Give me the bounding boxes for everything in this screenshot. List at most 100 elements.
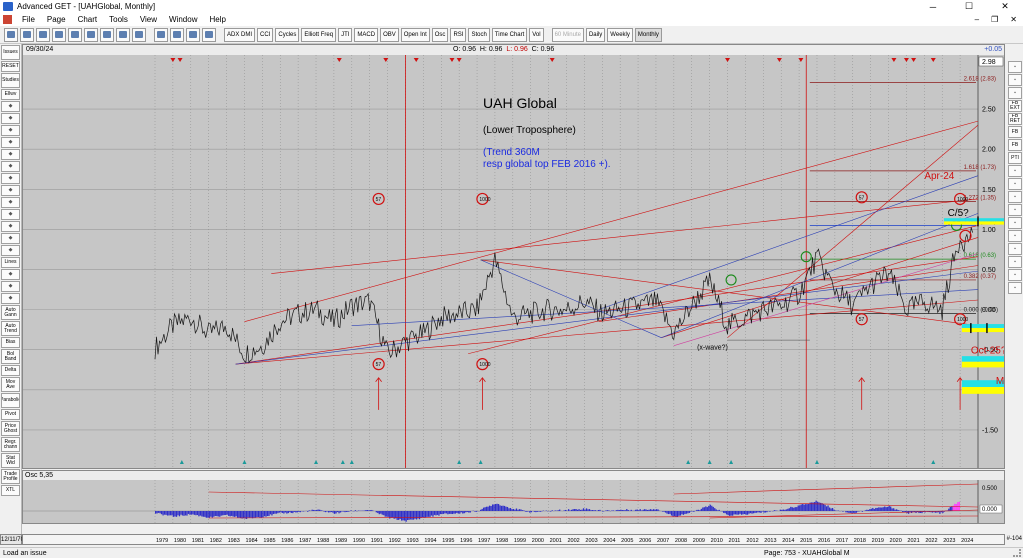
right-tool-16[interactable]: ▪: [1008, 269, 1022, 281]
right-tool-1[interactable]: ▪: [1008, 74, 1022, 86]
study-rsi-button[interactable]: RSI: [450, 27, 467, 42]
left-tool-7[interactable]: ◆: [1, 137, 20, 148]
left-tool-29[interactable]: Price Ghost: [1, 421, 20, 436]
right-tool-2[interactable]: ▪: [1008, 87, 1022, 99]
pages-icon[interactable]: [116, 27, 130, 42]
timeframe-monthly-button[interactable]: Monthly: [634, 27, 662, 42]
right-tool-4[interactable]: FB RET: [1008, 113, 1022, 125]
left-tool-21[interactable]: Auto Gann: [1, 305, 20, 320]
left-tool-1[interactable]: RESET: [1, 61, 20, 72]
template-icon[interactable]: [132, 27, 146, 42]
left-tool-15[interactable]: ◆: [1, 233, 20, 244]
layout-icon[interactable]: [84, 27, 98, 42]
menu-tools[interactable]: Tools: [103, 15, 134, 24]
left-tool-16[interactable]: ◆: [1, 245, 20, 256]
right-tool-0[interactable]: ▪: [1008, 61, 1022, 73]
study-stoch-button[interactable]: Stoch: [468, 27, 490, 42]
left-tool-27[interactable]: Parabolic: [1, 393, 20, 408]
left-tool-22[interactable]: Auto Trend: [1, 321, 20, 336]
right-tool-3[interactable]: FB EXT: [1008, 100, 1022, 112]
left-tool-18[interactable]: ◆: [1, 269, 20, 280]
study-open-int-button[interactable]: Open Int: [400, 27, 430, 42]
study-elliott-freq-button[interactable]: Elliott Freq: [301, 27, 337, 42]
clipboard-icon[interactable]: [202, 27, 216, 42]
left-tool-20[interactable]: ◆: [1, 293, 20, 304]
price-chart-panel[interactable]: 09/30/24 O: 0.96 H: 0.96 L: 0.96 C: 0.96…: [22, 44, 1005, 469]
menu-file[interactable]: File: [16, 15, 41, 24]
resize-grip[interactable]: [1013, 549, 1021, 557]
document-icon[interactable]: [3, 15, 12, 24]
zoom-icon[interactable]: [100, 27, 114, 42]
study-vol-button[interactable]: Vol: [529, 27, 544, 42]
timeframe-60-minute-button[interactable]: 60 Minute: [551, 27, 584, 42]
study-macd-button[interactable]: MACD: [354, 27, 379, 42]
timeframe-weekly-button[interactable]: Weekly: [607, 27, 633, 42]
mdi-minimize-button[interactable]: –: [975, 13, 979, 26]
minimize-button[interactable]: ─: [915, 0, 951, 13]
right-tool-12[interactable]: ▪: [1008, 217, 1022, 229]
grid-icon[interactable]: [68, 27, 82, 42]
left-tool-23[interactable]: Bias: [1, 337, 20, 348]
left-tool-12[interactable]: ◆: [1, 197, 20, 208]
left-tool-13[interactable]: ◆: [1, 209, 20, 220]
open-icon[interactable]: [4, 27, 18, 42]
study-cci-button[interactable]: CCI: [257, 27, 274, 42]
right-tool-7[interactable]: PTI: [1008, 152, 1022, 164]
oscillator-svg[interactable]: 0.500 0.000: [23, 480, 1004, 523]
right-tool-5[interactable]: FB: [1008, 126, 1022, 138]
left-tool-31[interactable]: Stat Wid: [1, 453, 20, 468]
left-tool-28[interactable]: Pivot: [1, 409, 20, 420]
save-icon[interactable]: [20, 27, 34, 42]
mdi-restore-button[interactable]: ❐: [991, 13, 998, 26]
left-tool-0[interactable]: Issues: [1, 45, 20, 60]
left-tool-3[interactable]: Ellwv: [1, 89, 20, 100]
chart-icon[interactable]: [36, 27, 50, 42]
study-adx-dmi-button[interactable]: ADX DMI: [224, 27, 256, 42]
right-tool-11[interactable]: ▪: [1008, 204, 1022, 216]
right-tool-10[interactable]: ▪: [1008, 191, 1022, 203]
maximize-button[interactable]: ☐: [951, 0, 987, 13]
right-tool-8[interactable]: ▪: [1008, 165, 1022, 177]
refresh-icon[interactable]: [52, 27, 66, 42]
mdi-close-button[interactable]: ✕: [1010, 13, 1017, 26]
help-icon[interactable]: [170, 27, 184, 42]
study-cycles-button[interactable]: Cycles: [275, 27, 300, 42]
menu-chart[interactable]: Chart: [72, 15, 104, 24]
left-tool-6[interactable]: ◆: [1, 125, 20, 136]
price-chart-svg[interactable]: 2.502.001.501.000.500.00-0.50-1.00-1.502…: [23, 55, 1004, 468]
oscillator-panel[interactable]: Osc 5,35 0.500 0.000: [22, 470, 1005, 524]
left-tool-19[interactable]: ◆: [1, 281, 20, 292]
menu-window[interactable]: Window: [163, 15, 203, 24]
left-tool-33[interactable]: XTL: [1, 485, 20, 496]
menu-view[interactable]: View: [134, 15, 163, 24]
left-tool-32[interactable]: Trade Profile: [1, 469, 20, 484]
menu-page[interactable]: Page: [41, 15, 72, 24]
pointer-icon[interactable]: [186, 27, 200, 42]
left-tool-24[interactable]: Bol Band: [1, 349, 20, 364]
left-tool-8[interactable]: ◆: [1, 149, 20, 160]
left-tool-30[interactable]: Regr. chann: [1, 437, 20, 452]
study-obv-button[interactable]: OBV: [380, 27, 399, 42]
timeframe-daily-button[interactable]: Daily: [585, 27, 606, 42]
print-icon[interactable]: [154, 27, 168, 42]
study-osc-button[interactable]: Osc: [431, 27, 449, 42]
left-tool-17[interactable]: Lines: [1, 257, 20, 268]
left-tool-5[interactable]: ◆: [1, 113, 20, 124]
left-tool-11[interactable]: ◆: [1, 185, 20, 196]
study-jti-button[interactable]: JTI: [338, 27, 353, 42]
right-tool-6[interactable]: FB: [1008, 139, 1022, 151]
left-tool-14[interactable]: ◆: [1, 221, 20, 232]
left-tool-25[interactable]: Delta: [1, 365, 20, 376]
left-tool-2[interactable]: Studies: [1, 73, 20, 88]
close-button[interactable]: ✕: [987, 0, 1023, 13]
left-tool-9[interactable]: ◆: [1, 161, 20, 172]
right-tool-9[interactable]: ▪: [1008, 178, 1022, 190]
right-tool-17[interactable]: ▪: [1008, 282, 1022, 294]
left-tool-10[interactable]: ◆: [1, 173, 20, 184]
menu-help[interactable]: Help: [203, 15, 231, 24]
right-tool-14[interactable]: ▪: [1008, 243, 1022, 255]
right-tool-15[interactable]: ▪: [1008, 256, 1022, 268]
left-tool-4[interactable]: ◆: [1, 101, 20, 112]
study-time-chart-button[interactable]: Time Chart: [491, 27, 528, 42]
left-tool-26[interactable]: Mov Ave: [1, 377, 20, 392]
